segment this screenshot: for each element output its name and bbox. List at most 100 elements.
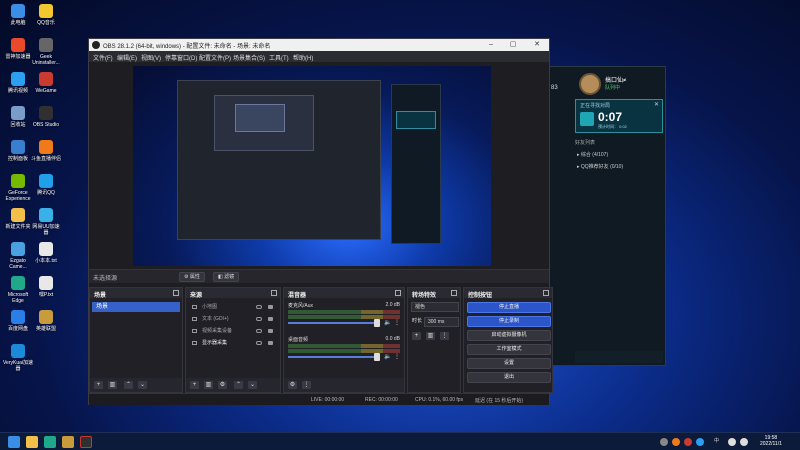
obs-taskbar-icon[interactable] (80, 436, 92, 448)
properties-button[interactable]: ⚙ 属性 (179, 272, 205, 282)
undock-icon[interactable] (271, 290, 277, 296)
menu-help[interactable]: 帮助(H) (293, 53, 313, 62)
desktop-icon[interactable]: WeGame (30, 72, 62, 94)
source-item[interactable]: 文本 (GDI+) (190, 314, 278, 324)
volume-slider[interactable] (288, 322, 378, 324)
menu-docks[interactable]: 停靠窗口(D) (165, 53, 197, 62)
stop-streaming-button[interactable]: 停止直播 (467, 302, 551, 313)
close-button[interactable]: ✕ (527, 39, 547, 51)
app-icon (39, 38, 53, 52)
volume-slider-handle[interactable] (374, 353, 380, 361)
speaker-icon[interactable]: 🔈 (384, 353, 391, 360)
move-up-button[interactable]: ⌃ (234, 381, 243, 389)
desktop-icon[interactable]: 嘿P.txt (30, 276, 62, 298)
move-down-button[interactable]: ⌄ (248, 381, 257, 389)
close-icon[interactable]: ✕ (654, 101, 659, 108)
add-transition-button[interactable]: + (412, 332, 421, 340)
desktop-icon[interactable]: QQ音乐 (30, 4, 62, 26)
remove-scene-button[interactable]: ▥ (108, 381, 117, 389)
visibility-icon[interactable] (256, 341, 262, 345)
source-item[interactable]: 视频采集设备 (190, 326, 278, 336)
desktop-icon[interactable]: 腾讯QQ (30, 174, 62, 196)
game-client-window[interactable]: 83 搞口仙≠ 队列中 正在寻找对局 ✕ 0:07 预计时间： 0:02 好友列… (548, 66, 666, 366)
undock-icon[interactable] (173, 290, 179, 296)
stop-recording-button[interactable]: 停止录制 (467, 316, 551, 327)
scenes-dock-header: 场景 (90, 288, 182, 299)
app-icon (39, 72, 53, 86)
minimize-button[interactable]: – (481, 39, 501, 51)
studio-mode-button[interactable]: 工作室模式 (467, 344, 551, 355)
scene-item[interactable]: 场景 (92, 302, 180, 312)
desktop-icon[interactable]: Geek Uninstaller... (30, 38, 62, 66)
volume-slider[interactable] (288, 356, 378, 358)
virtual-camera-button[interactable]: 启动虚拟摄像机 (467, 330, 551, 341)
lock-icon[interactable] (268, 305, 273, 309)
tray-app-icon[interactable] (684, 438, 692, 446)
remove-source-button[interactable]: ▥ (204, 381, 213, 389)
channel-menu-icon[interactable]: ⋮ (394, 353, 400, 360)
lock-icon[interactable] (268, 329, 273, 333)
friend-group[interactable]: ▸ 综合 (4/107) (577, 151, 608, 158)
edge-icon[interactable] (44, 436, 56, 448)
transition-duration-input[interactable]: 300 ms (424, 317, 459, 327)
desktop-icon[interactable]: 英雄联盟 (30, 310, 62, 332)
source-item[interactable]: 显示器采集 (190, 338, 278, 348)
add-source-button[interactable]: + (190, 381, 199, 389)
menu-tools[interactable]: 工具(T) (269, 53, 289, 62)
lock-icon[interactable] (268, 317, 273, 321)
mixer-settings-gear-icon[interactable]: ⚙ (288, 381, 297, 389)
desktop-icon[interactable]: 网易UU加速器 (30, 208, 62, 236)
app-icon (11, 38, 25, 52)
source-settings-gear-icon[interactable]: ⚙ (218, 381, 227, 389)
desktop-icon[interactable]: 小本本.txt (30, 242, 62, 264)
obs-title-bar[interactable]: OBS 28.1.2 (64-bit, windows) - 配置文件: 未命名… (89, 39, 549, 51)
audio-mixer-dock: 混音器 麦克风/Aux 2.0 dB 🔈 ⋮ 桌面音频 0.0 dB 🔈 ⋮ ⚙… (283, 287, 405, 393)
league-icon[interactable] (62, 436, 74, 448)
tray-app-icon[interactable] (696, 438, 704, 446)
tray-app-icon[interactable] (672, 438, 680, 446)
input-language[interactable]: 中 (714, 437, 719, 444)
start-icon[interactable] (8, 436, 20, 448)
transition-menu-icon[interactable]: ⋮ (440, 332, 449, 340)
taskbar-clock[interactable]: 19:58 2022/11/1 (760, 435, 782, 447)
desktop-icon[interactable]: 斗鱼直播伴侣 (30, 140, 62, 162)
menu-file[interactable]: 文件(F) (93, 53, 113, 62)
move-down-button[interactable]: ⌄ (138, 381, 147, 389)
volume-icon[interactable] (740, 438, 748, 446)
move-up-button[interactable]: ⌃ (124, 381, 133, 389)
match-search-panel: 正在寻找对局 ✕ 0:07 预计时间： 0:02 (575, 99, 663, 133)
desktop-icon-label: 腾讯QQ (37, 190, 55, 196)
visibility-icon[interactable] (256, 317, 262, 321)
undock-icon[interactable] (543, 290, 549, 296)
menu-profile[interactable]: 配置文件(P) (199, 53, 231, 62)
visibility-icon[interactable] (256, 329, 262, 333)
settings-button[interactable]: 设置 (467, 358, 551, 369)
filters-button[interactable]: ◧ 滤镜 (213, 272, 240, 282)
speaker-icon[interactable]: 🔈 (384, 319, 391, 326)
menu-view[interactable]: 视图(V) (141, 53, 161, 62)
add-scene-button[interactable]: + (94, 381, 103, 389)
source-item[interactable]: 小地图 (190, 302, 278, 312)
transition-type-select[interactable]: 褪色 (411, 302, 459, 312)
network-icon[interactable] (728, 438, 736, 446)
mixer-menu-icon[interactable]: ⋮ (302, 381, 311, 389)
cpu-status: CPU: 0.1%, 60.00 fps (415, 397, 464, 403)
undock-icon[interactable] (451, 290, 457, 296)
menu-edit[interactable]: 编辑(E) (117, 53, 137, 62)
preview-canvas[interactable] (133, 66, 491, 266)
visibility-icon[interactable] (256, 305, 262, 309)
maximize-button[interactable]: ▢ (503, 39, 523, 51)
player-avatar[interactable] (579, 73, 601, 95)
menu-scene-collection[interactable]: 场景集合(S) (233, 53, 265, 62)
undock-icon[interactable] (395, 290, 401, 296)
desktop-icon[interactable]: VeryKuai加速器 (2, 344, 34, 372)
volume-slider-handle[interactable] (374, 319, 380, 327)
channel-menu-icon[interactable]: ⋮ (394, 319, 400, 326)
friend-group[interactable]: ▸ QQ推荐好友 (0/10) (577, 163, 623, 170)
file-explorer-icon[interactable] (26, 436, 38, 448)
tray-chevron-icon[interactable] (660, 438, 668, 446)
desktop-icon[interactable]: OBS Studio (30, 106, 62, 128)
lock-icon[interactable] (268, 341, 273, 345)
remove-transition-button[interactable]: ▥ (426, 332, 435, 340)
exit-button[interactable]: 退出 (467, 372, 551, 383)
